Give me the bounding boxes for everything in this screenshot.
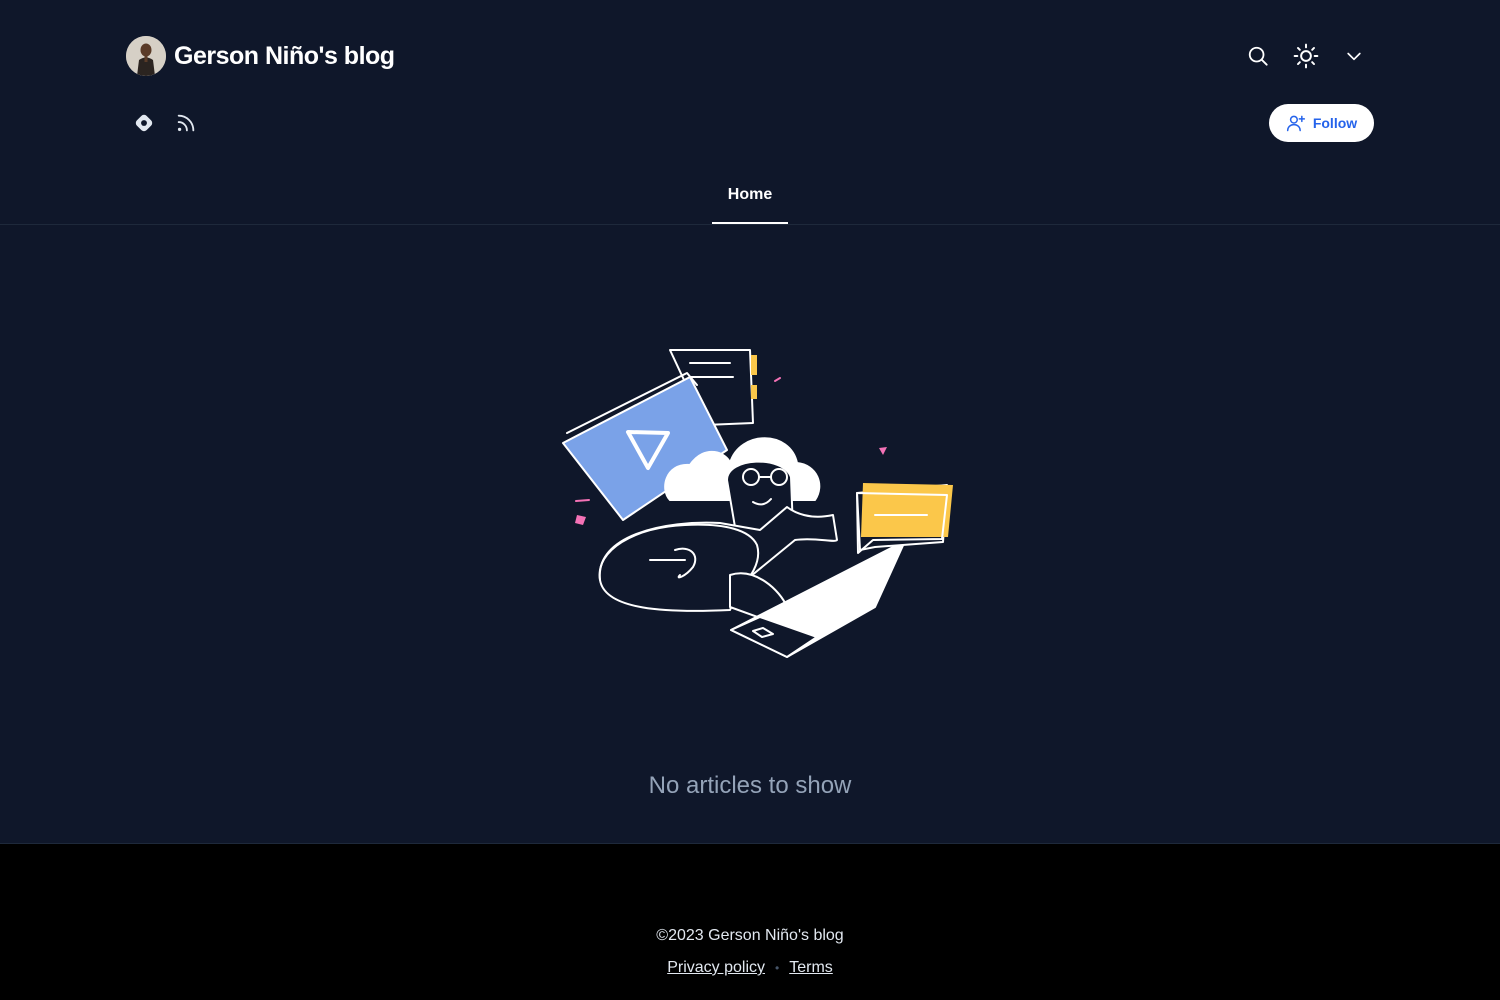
tab-home[interactable]: Home: [711, 186, 789, 224]
blog-brand[interactable]: Gerson Niño's blog: [126, 36, 395, 76]
header-actions: [1238, 38, 1382, 74]
theme-toggle-button[interactable]: [1286, 38, 1326, 74]
chevron-down-icon: [1347, 52, 1361, 61]
footer-links: Privacy policy • Terms: [0, 959, 1500, 977]
active-tab-indicator: [711, 222, 789, 224]
footer-separator: •: [775, 961, 780, 975]
search-button[interactable]: [1238, 38, 1278, 74]
blog-tabs: Home: [0, 186, 1500, 224]
blog-header: Gerson Niño's blog Follow Home: [0, 0, 1500, 225]
tab-home-label: Home: [727, 186, 773, 203]
sun-icon: [1293, 43, 1319, 69]
follow-label: Follow: [1312, 115, 1358, 131]
menu-dropdown-button[interactable]: [1334, 38, 1374, 74]
terms-link[interactable]: Terms: [789, 959, 833, 977]
hashnode-icon: [135, 114, 153, 132]
empty-state-illustration: [555, 345, 960, 675]
privacy-policy-link[interactable]: Privacy policy: [667, 959, 765, 977]
blog-title[interactable]: Gerson Niño's blog: [174, 42, 395, 71]
hashnode-link[interactable]: [124, 104, 164, 142]
avatar[interactable]: [126, 36, 166, 76]
search-icon: [1248, 46, 1268, 66]
empty-state-message: No articles to show: [648, 772, 852, 799]
rss-icon: [177, 114, 195, 132]
user-plus-icon: [1286, 115, 1305, 132]
follow-button[interactable]: Follow: [1269, 104, 1374, 142]
page-footer: ©2023 Gerson Niño's blog Privacy policy …: [0, 843, 1500, 1000]
social-links: [124, 104, 208, 142]
rss-link[interactable]: [166, 104, 206, 142]
footer-copyright: ©2023 Gerson Niño's blog: [656, 927, 844, 944]
